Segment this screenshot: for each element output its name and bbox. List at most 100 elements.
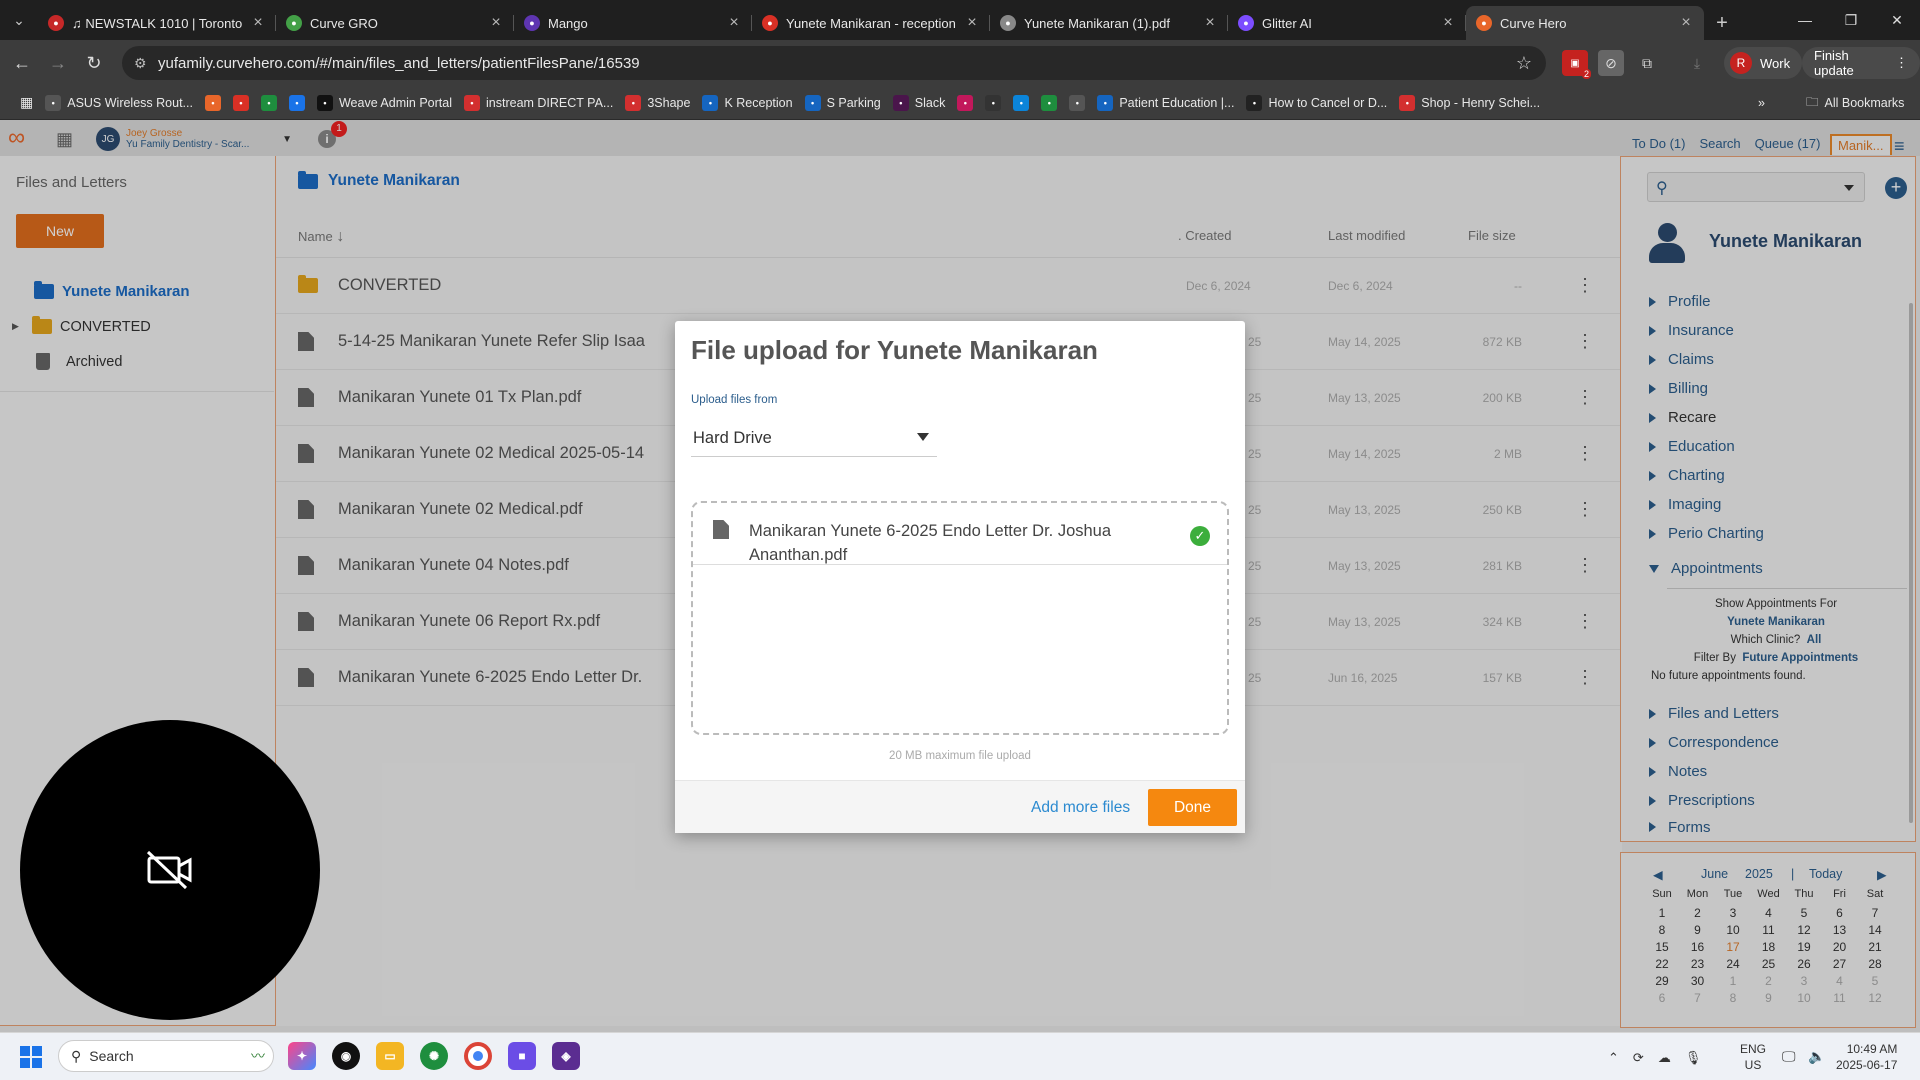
extension-icon[interactable]: ▣ 2 <box>1562 50 1591 79</box>
done-button[interactable]: Done <box>1148 789 1237 826</box>
drive2-icon: • <box>1041 94 1058 111</box>
tab-title: ♫ NEWSTALK 1010 | Toronto's r <box>72 15 242 31</box>
chrome-icon[interactable] <box>464 1042 492 1070</box>
bookmark-item[interactable]: • <box>1007 89 1035 117</box>
s-icon: • <box>804 94 821 111</box>
windows-start-icon[interactable] <box>20 1046 42 1068</box>
microphone-icon[interactable]: 🎙 <box>1685 1050 1702 1066</box>
lang-region: US <box>1744 1058 1762 1072</box>
bookmark-item[interactable]: • <box>979 89 1007 117</box>
file-explorer-icon[interactable]: ▭ <box>376 1042 404 1070</box>
bookmark-item[interactable]: • Slack <box>887 89 952 117</box>
tab-title: Glitter AI <box>1262 15 1312 31</box>
new-tab-button[interactable]: + <box>1704 6 1740 40</box>
finish-update-button[interactable]: Finish update ⋮ <box>1802 47 1920 79</box>
browser-tab[interactable]: ● Yunete Manikaran (1).pdf × <box>990 6 1228 40</box>
bookmark-item[interactable]: • 3Shape <box>619 89 696 117</box>
app-icon[interactable]: ◈ <box>552 1042 580 1070</box>
apps-button[interactable]: ▦ <box>14 89 39 117</box>
close-tab-icon[interactable]: × <box>488 14 504 32</box>
site-info-icon[interactable]: ⚙ <box>134 55 147 72</box>
browser-tab[interactable]: ● Glitter AI × <box>1228 6 1466 40</box>
browser-tab[interactable]: ● Curve GRO × <box>276 6 514 40</box>
taskbar-search[interactable]: ⚲ Search 〰 <box>58 1040 274 1072</box>
tab-favicon-icon: ● <box>524 15 540 31</box>
close-tab-icon[interactable]: × <box>726 14 742 32</box>
taskbar-search-label: Search <box>89 1048 134 1064</box>
bookmark-item[interactable]: • <box>255 89 283 117</box>
finish-update-label: Finish update <box>1814 48 1854 78</box>
bookmark-item[interactable]: • instream DIRECT PA... <box>458 89 619 117</box>
tab-search-button[interactable]: ⌄ <box>0 0 38 40</box>
pe-icon: • <box>1097 94 1114 111</box>
bookmark-item[interactable]: • Patient Education |... <box>1091 89 1240 117</box>
bookmark-star-icon[interactable]: ☆ <box>1516 53 1532 74</box>
profile-button[interactable]: R Work <box>1724 47 1803 79</box>
forward-button[interactable]: → <box>40 45 76 81</box>
search-highlight-icon: 〰 <box>251 1048 265 1064</box>
restore-button[interactable]: ❐ <box>1828 0 1874 40</box>
bookmark-item[interactable]: • S Parking <box>799 89 887 117</box>
language-indicator[interactable]: ENG US <box>1740 1041 1766 1073</box>
bookmark-item[interactable]: • How to Cancel or D... <box>1240 89 1393 117</box>
clock[interactable]: 10:49 AM 2025-06-17 <box>1836 1041 1897 1073</box>
bookmark-item[interactable]: • <box>283 89 311 117</box>
caret-down-icon <box>917 433 929 441</box>
instream-icon: • <box>464 94 480 111</box>
bookmark-item[interactable]: • <box>1063 89 1091 117</box>
dialog-footer: Add more files Done <box>675 780 1245 833</box>
file-upload-dialog: File upload for Yunete Manikaran Upload … <box>675 321 1245 833</box>
all-bookmarks-button[interactable]: 🗀 All Bookmarks <box>1800 89 1910 117</box>
file-drop-zone[interactable]: Manikaran Yunete 6-2025 Endo Letter Dr. … <box>691 501 1229 735</box>
app-icon[interactable]: ✺ <box>420 1042 448 1070</box>
profile-avatar: R <box>1730 52 1752 74</box>
bookmark-item[interactable]: • <box>1035 89 1063 117</box>
chevron-down-icon: ⌄ <box>13 11 25 28</box>
sync-icon[interactable]: ⟳ <box>1633 1050 1644 1066</box>
bookmark-item[interactable]: • <box>199 89 227 117</box>
cloud-icon[interactable]: ☁ <box>1658 1050 1671 1066</box>
close-tab-icon[interactable]: × <box>1440 14 1456 32</box>
close-tab-icon[interactable]: × <box>1678 14 1694 32</box>
bookmark-item[interactable]: • Weave Admin Portal <box>311 89 458 117</box>
document-icon <box>713 520 729 539</box>
bookmark-item[interactable]: • <box>227 89 255 117</box>
bookmark-item[interactable]: • Shop - Henry Schei... <box>1393 89 1546 117</box>
browser-tab[interactable]: ● Curve Hero × <box>1466 6 1704 40</box>
extensions-puzzle-icon[interactable]: ⧉ <box>1634 50 1660 76</box>
download-icon[interactable]: ⤓ <box>1684 50 1710 76</box>
globe-icon: • <box>1069 94 1086 111</box>
bookmark-item[interactable]: • <box>951 89 979 117</box>
chevron-up-icon[interactable]: ⌃ <box>1608 1050 1619 1066</box>
address-bar[interactable]: ⚙ yufamily.curvehero.com/#/main/files_an… <box>122 46 1546 80</box>
media-app-icon[interactable]: ◉ <box>332 1042 360 1070</box>
m-icon: • <box>985 94 1002 111</box>
folder-icon: 🗀 <box>1806 94 1819 109</box>
add-more-files-button[interactable]: Add more files <box>1031 799 1130 817</box>
browser-tab[interactable]: ● Mango × <box>514 6 752 40</box>
dialog-title: File upload for Yunete Manikaran <box>691 335 1098 365</box>
minimize-button[interactable]: — <box>1782 0 1828 40</box>
copilot-icon[interactable]: ✦ <box>288 1042 316 1070</box>
network-icon[interactable]: 🖵 <box>1782 1048 1796 1065</box>
volume-icon[interactable]: 🔈 <box>1808 1048 1825 1065</box>
close-tab-icon[interactable]: × <box>1202 14 1218 32</box>
browser-tab[interactable]: ● Yunete Manikaran - reception@ × <box>752 6 990 40</box>
back-button[interactable]: ← <box>4 45 40 81</box>
htg-icon: • <box>1246 94 1263 111</box>
upload-source-select[interactable]: Hard Drive <box>691 421 937 457</box>
camera-preview[interactable] <box>20 720 320 1020</box>
extension-off-icon[interactable]: ⊘ <box>1598 50 1624 76</box>
bookmark-item[interactable]: • ASUS Wireless Rout... <box>39 89 199 117</box>
reload-button[interactable]: ↻ <box>76 45 112 81</box>
upload-from-label: Upload files from <box>691 394 778 406</box>
bookmark-item[interactable]: • K Reception <box>696 89 798 117</box>
bookmarks-overflow-button[interactable]: » <box>1752 89 1771 117</box>
browser-tab[interactable]: ● ♫ NEWSTALK 1010 | Toronto's r × <box>38 6 276 40</box>
close-window-button[interactable]: ✕ <box>1874 0 1920 40</box>
close-tab-icon[interactable]: × <box>250 14 266 32</box>
close-tab-icon[interactable]: × <box>964 14 980 32</box>
k-icon: • <box>702 94 719 111</box>
bookmark-label: K Reception <box>724 95 793 110</box>
m365-icon[interactable]: ■ <box>508 1042 536 1070</box>
